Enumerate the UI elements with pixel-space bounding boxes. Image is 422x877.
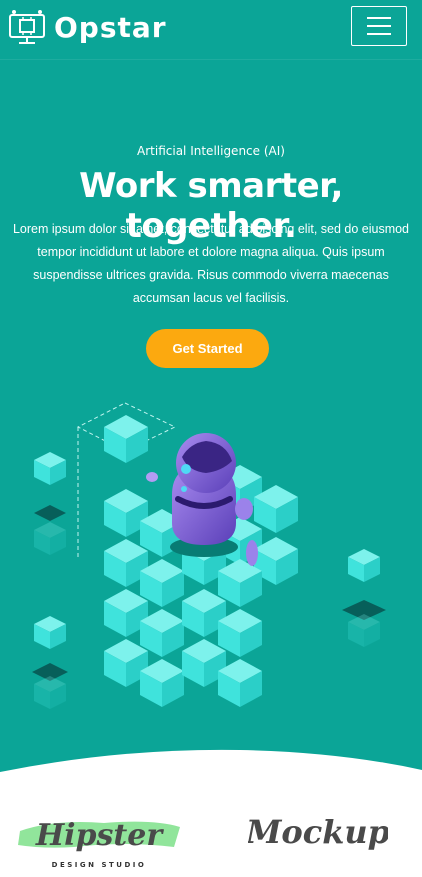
floating-cube <box>104 415 148 463</box>
floating-cube <box>34 452 66 485</box>
hipster-logo-title: Hipster <box>35 818 165 853</box>
floating-cube <box>348 549 380 582</box>
hamburger-icon <box>367 17 391 19</box>
menu-toggle-button[interactable] <box>351 6 407 46</box>
cube-shadow <box>34 505 66 521</box>
floating-cube <box>34 616 66 649</box>
hamburger-icon <box>367 25 391 27</box>
brand-logo[interactable]: Opstar <box>8 9 167 45</box>
partner-logos: Hipster DESIGN STUDIO Mockup <box>0 795 422 877</box>
hero-section: Opstar Artificial Intelligence (AI) Work… <box>0 0 422 790</box>
hipster-logo-subtitle: DESIGN STUDIO <box>52 861 147 869</box>
hamburger-icon <box>367 33 391 35</box>
hero-eyebrow: Artificial Intelligence (AI) <box>137 144 285 158</box>
mockup-logo[interactable]: Mockup <box>248 801 388 861</box>
hero-lead: Lorem ipsum dolor sit amet, consectetur … <box>12 222 410 305</box>
hero-wave-divider <box>0 749 422 800</box>
mockup-logo-title: Mockup <box>248 813 388 851</box>
brand-name: Opstar <box>54 10 167 44</box>
monitor-chip-icon <box>9 10 45 44</box>
ai-robot-illustration <box>32 402 386 709</box>
get-started-button[interactable]: Get Started <box>146 329 269 368</box>
hipster-logo[interactable]: Hipster DESIGN STUDIO <box>14 801 184 871</box>
navbar: Opstar <box>0 0 422 60</box>
